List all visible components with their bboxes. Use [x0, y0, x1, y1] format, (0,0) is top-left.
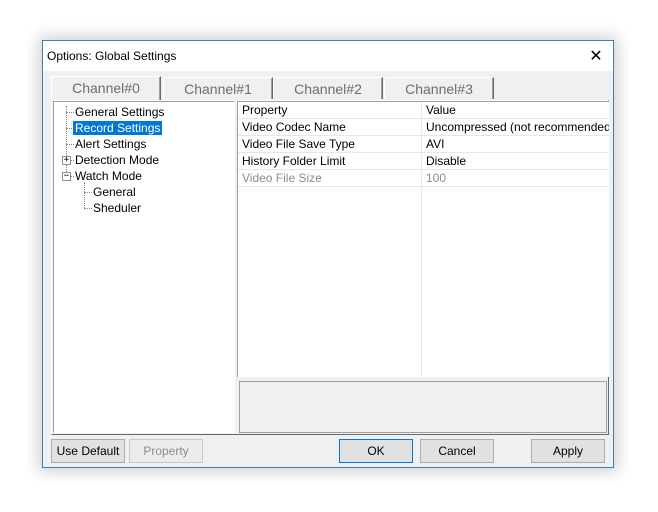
close-icon[interactable]: ✕: [579, 41, 613, 71]
cancel-button[interactable]: Cancel: [420, 439, 494, 463]
options-dialog: Options: Global Settings ✕ Channel#0 Cha…: [42, 40, 614, 468]
tab-channel-1[interactable]: Channel#1: [163, 77, 273, 99]
property-value[interactable]: Disable: [422, 153, 609, 169]
tree-item-label: General Settings: [75, 105, 165, 119]
tree-item-detection-mode[interactable]: Detection Mode: [73, 152, 161, 168]
tree-item-alert-settings[interactable]: Alert Settings: [73, 136, 148, 152]
tree-item-general-settings[interactable]: General Settings: [73, 104, 166, 120]
tree-item-record-settings[interactable]: Record Settings: [73, 120, 163, 136]
tree-item-label: Detection Mode: [75, 153, 160, 167]
tree-item-label: Record Settings: [73, 121, 163, 135]
tree-item-label: General: [93, 185, 136, 199]
header-property: Property: [242, 103, 288, 117]
property-name: Video Codec Name: [242, 120, 346, 134]
grid-header-row: Property Value: [238, 102, 609, 119]
property-button: Property: [129, 439, 203, 463]
description-box: [239, 381, 607, 433]
expand-icon[interactable]: +: [62, 156, 71, 165]
tree-item-label: Alert Settings: [75, 137, 147, 151]
header-value: Value: [426, 103, 456, 117]
property-name: Video File Size: [242, 171, 322, 185]
tab-channel-2[interactable]: Channel#2: [273, 77, 383, 99]
apply-button[interactable]: Apply: [531, 439, 605, 463]
grid-row-video-codec[interactable]: Video Codec Name Uncompressed (not recom…: [238, 119, 609, 136]
grid-row-file-size: Video File Size 100: [238, 170, 609, 187]
property-name: History Folder Limit: [242, 154, 346, 168]
tree-item-watch-mode[interactable]: Watch Mode: [73, 168, 144, 184]
property-grid[interactable]: Property Value Video Codec Name Uncompre…: [237, 101, 609, 377]
title-bar: Options: Global Settings ✕: [43, 41, 613, 71]
ok-button[interactable]: OK: [339, 439, 413, 463]
property-value: 100: [426, 171, 447, 185]
tree-item-sheduler[interactable]: Sheduler: [91, 200, 143, 216]
tree-item-label: Sheduler: [93, 201, 142, 215]
tree-item-general[interactable]: General: [91, 184, 138, 200]
use-default-button[interactable]: Use Default: [51, 439, 125, 463]
property-name: Video File Save Type: [242, 137, 355, 151]
grid-row-history-limit[interactable]: History Folder Limit Disable: [238, 153, 609, 170]
grid-row-save-type[interactable]: Video File Save Type AVI: [238, 136, 609, 153]
collapse-icon[interactable]: −: [62, 172, 71, 181]
tab-channel-3[interactable]: Channel#3: [384, 77, 494, 99]
tab-channel-0[interactable]: Channel#0: [51, 76, 161, 100]
property-value[interactable]: Uncompressed (not recommended): [422, 119, 609, 135]
tree-line: [84, 182, 85, 208]
tree-item-label: Watch Mode: [75, 169, 142, 183]
property-value[interactable]: AVI: [422, 136, 609, 152]
dialog-title: Options: Global Settings: [47, 49, 177, 63]
settings-tree[interactable]: + − General Settings Record Settings Ale…: [53, 101, 235, 433]
tree-line: [66, 106, 67, 178]
